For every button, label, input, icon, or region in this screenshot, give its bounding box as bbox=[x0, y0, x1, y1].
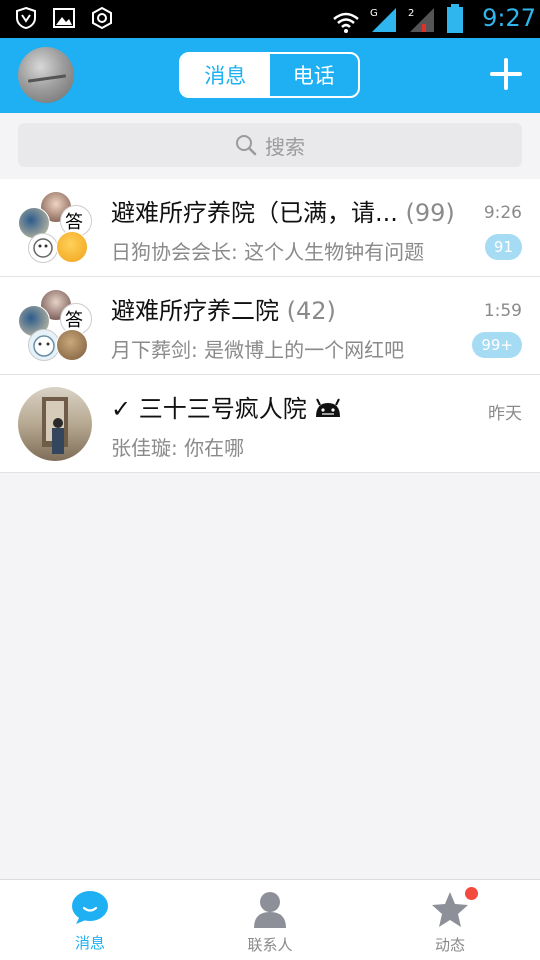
search-input[interactable]: 搜索 bbox=[18, 123, 522, 167]
notification-dot bbox=[465, 887, 478, 900]
search-placeholder: 搜索 bbox=[265, 134, 305, 159]
message-time: 1:59 bbox=[483, 301, 522, 321]
chat-bubble-icon bbox=[72, 891, 108, 924]
search-icon bbox=[236, 135, 257, 156]
message-call-segment: 消息 电话 bbox=[179, 52, 360, 98]
last-message: 张佳璇: 你在哪 bbox=[111, 436, 245, 460]
unread-badge: 91 bbox=[484, 234, 522, 260]
last-message: 日狗协会会长: 这个人生物钟有问题 bbox=[111, 240, 425, 264]
tab-messages[interactable]: 消息 bbox=[181, 54, 270, 96]
conversation-row[interactable]: ✓ 三十三号疯人院 张佳璇: 你在哪 昨天 bbox=[0, 375, 540, 473]
nav-item-contacts[interactable]: 联系人 bbox=[180, 880, 360, 960]
unread-badge: 99+ bbox=[472, 332, 522, 358]
last-message: 月下葬剑: 是微博上的一个网红吧 bbox=[111, 338, 405, 362]
member-avatar bbox=[56, 231, 88, 263]
nav-label: 消息 bbox=[74, 934, 105, 952]
search-area: 搜索 bbox=[0, 113, 540, 179]
star-icon bbox=[432, 892, 468, 927]
status-bar: G 2 9:27 bbox=[0, 0, 540, 38]
group-avatar bbox=[18, 387, 92, 461]
gallery-icon bbox=[53, 8, 75, 28]
nav-item-messages[interactable]: 消息 bbox=[0, 880, 180, 960]
conversation-list: 答 避难所疗养院（已满，请... (99) 日狗协会会长: 这个人生物钟有问题 … bbox=[0, 179, 540, 473]
conversation-title: 避难所疗养院（已满，请... (99) bbox=[111, 199, 455, 227]
signal-g-icon: G bbox=[370, 8, 396, 32]
settings-ring-icon bbox=[92, 6, 112, 30]
conversation-title: ✓ 三十三号疯人院 bbox=[111, 389, 342, 424]
signal-2-icon: 2 bbox=[408, 8, 434, 32]
status-time: 9:27 bbox=[482, 4, 536, 32]
app-header: 消息 电话 bbox=[0, 38, 540, 113]
svg-text:答: 答 bbox=[65, 310, 83, 331]
svg-text:答: 答 bbox=[65, 212, 83, 233]
member-avatar bbox=[28, 233, 58, 263]
svg-text:2: 2 bbox=[408, 8, 414, 19]
member-avatar bbox=[56, 329, 88, 361]
nav-item-feed[interactable]: 动态 bbox=[360, 880, 540, 960]
message-time: 昨天 bbox=[488, 404, 522, 424]
svg-text:G: G bbox=[370, 8, 378, 19]
tab-calls[interactable]: 电话 bbox=[270, 54, 359, 96]
group-avatar: 答 bbox=[18, 191, 92, 265]
message-time: 9:26 bbox=[483, 203, 522, 223]
nav-label: 动态 bbox=[434, 936, 465, 954]
bottom-nav: 消息 联系人 动态 bbox=[0, 879, 540, 960]
nav-label: 联系人 bbox=[247, 936, 293, 954]
conversation-title: 避难所疗养二院 (42) bbox=[111, 297, 336, 325]
group-avatar: 答 bbox=[18, 289, 92, 363]
contact-person-icon bbox=[254, 892, 286, 928]
my-avatar[interactable] bbox=[18, 47, 74, 103]
conversation-row[interactable]: 答 避难所疗养二院 (42) 月下葬剑: 是微博上的一个网红吧 1:59 99+ bbox=[0, 277, 540, 375]
android-emoji-icon bbox=[316, 398, 341, 417]
shield-icon bbox=[16, 6, 36, 30]
wifi-icon bbox=[333, 12, 359, 33]
conversation-row[interactable]: 答 避难所疗养院（已满，请... (99) 日狗协会会长: 这个人生物钟有问题 … bbox=[0, 179, 540, 277]
plus-icon[interactable] bbox=[490, 58, 522, 90]
battery-icon bbox=[447, 4, 463, 33]
